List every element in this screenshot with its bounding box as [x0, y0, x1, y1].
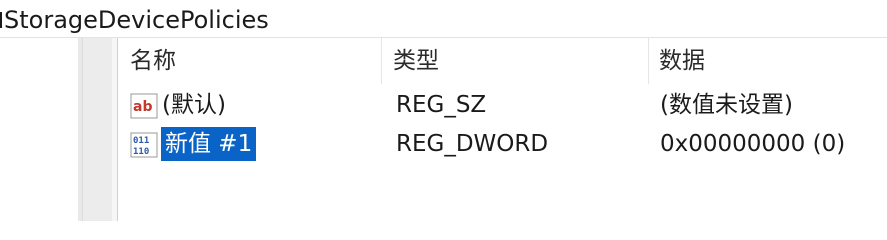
value-row-new-dword[interactable]: 011 110 新值 #1 REG_DWORD 0x00000000 (0)	[118, 125, 887, 163]
value-type: REG_DWORD	[396, 131, 549, 157]
rename-value-input[interactable]: 新值 #1	[160, 127, 257, 161]
column-divider[interactable]	[381, 38, 382, 84]
key-tree-pane[interactable]	[0, 38, 78, 221]
svg-text:011: 011	[133, 136, 149, 146]
column-header-name[interactable]: 名称	[130, 38, 176, 84]
value-name[interactable]: (默认)	[162, 86, 226, 124]
address-path-text[interactable]: StorageDevicePolicies	[4, 6, 269, 34]
value-data: 0x00000000 (0)	[660, 131, 846, 157]
address-bar[interactable]: StorageDevicePolicies	[0, 0, 887, 38]
value-row-default[interactable]: ab (默认) REG_SZ (数值未设置)	[118, 86, 887, 124]
binary-dword-value-icon: 011 110	[130, 132, 158, 158]
column-divider[interactable]	[648, 38, 649, 84]
svg-text:110: 110	[133, 147, 149, 157]
column-header-type[interactable]: 类型	[393, 38, 439, 84]
svg-text:ab: ab	[133, 99, 152, 115]
address-truncation-mark	[0, 12, 2, 28]
string-value-icon: ab	[130, 93, 158, 119]
value-data: (数值未设置)	[660, 92, 793, 118]
tree-scrollbar[interactable]	[82, 38, 112, 221]
column-header-data[interactable]: 数据	[659, 38, 705, 84]
value-type: REG_SZ	[396, 92, 487, 118]
values-list-pane[interactable]: 名称 类型 数据 ab (默认) REG_SZ (数值未设置) 011 110 …	[118, 38, 887, 221]
